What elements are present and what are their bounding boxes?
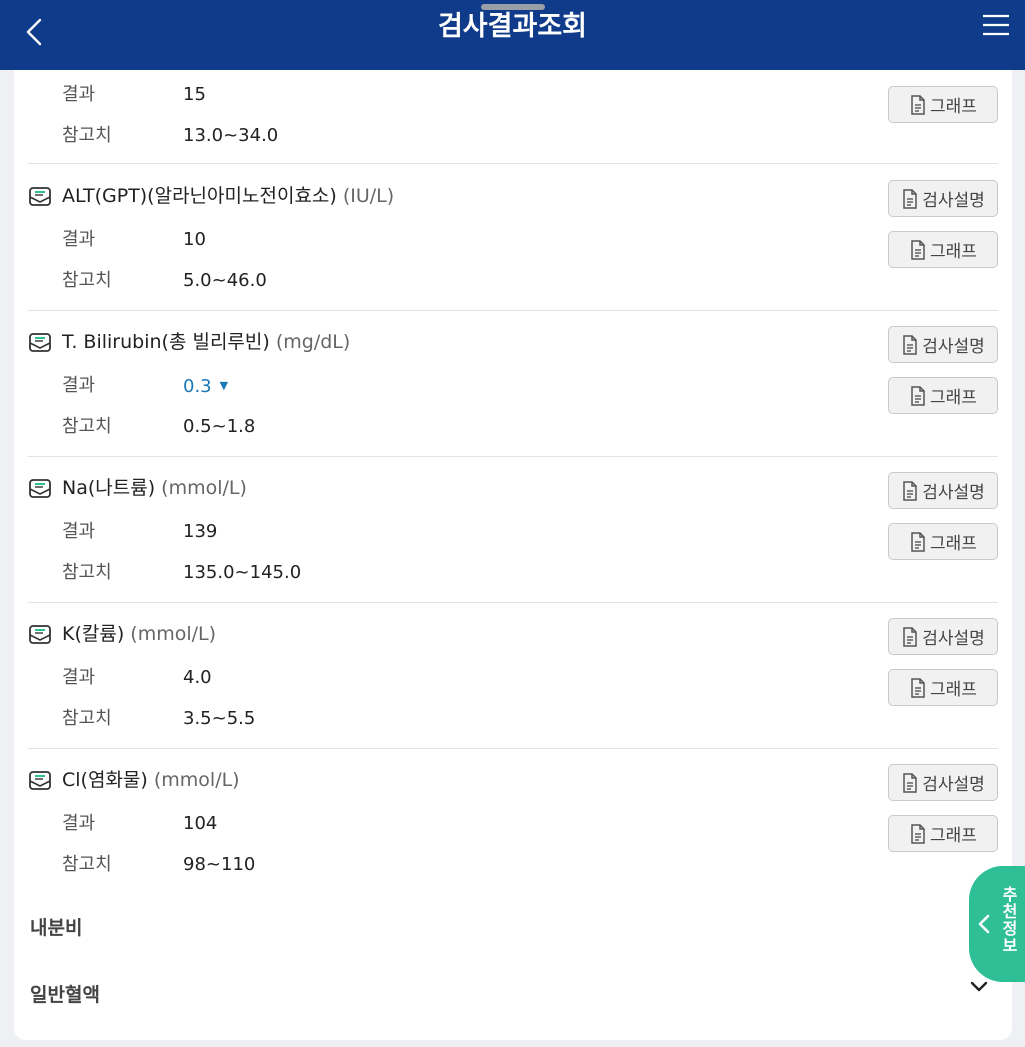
explain-button[interactable]: 검사설명 — [888, 180, 998, 217]
graph-button-label: 그래프 — [930, 97, 977, 117]
test-name-text: K(칼륨) — [62, 623, 125, 645]
test-name: K(칼륨) (mmol/L) — [62, 621, 216, 647]
graph-button[interactable]: 그래프 — [888, 377, 998, 414]
test-unit: (IU/L) — [342, 185, 395, 207]
document-icon — [903, 772, 917, 793]
graph-button[interactable]: 그래프 — [888, 86, 998, 123]
chevron-left-icon — [978, 914, 990, 934]
explain-button-label: 검사설명 — [922, 483, 985, 503]
result-value: 139 — [183, 521, 218, 542]
document-icon — [903, 626, 917, 647]
explain-button[interactable]: 검사설명 — [888, 764, 998, 801]
section-endocrine[interactable]: 내분비 — [30, 913, 82, 940]
graph-button-label: 그래프 — [930, 242, 977, 262]
result-label: 결과 — [62, 667, 96, 688]
explain-button[interactable]: 검사설명 — [888, 472, 998, 509]
document-icon — [911, 385, 925, 406]
document-icon — [903, 480, 917, 501]
result-label: 결과 — [62, 521, 96, 542]
document-icon — [903, 188, 917, 209]
graph-button-label: 그래프 — [930, 388, 977, 408]
document-icon — [911, 531, 925, 552]
explain-button[interactable]: 검사설명 — [888, 618, 998, 655]
reference-label: 참고치 — [62, 562, 112, 583]
test-unit: (mmol/L) — [161, 477, 247, 499]
test-item: ALT(GPT)(알라닌아미노전이효소) (IU/L) 결과 10 참고치 5.… — [28, 165, 998, 311]
reference-value: 3.5~5.5 — [183, 708, 256, 729]
test-unit: (mg/dL) — [275, 331, 351, 353]
reference-label: 참고치 — [62, 270, 112, 291]
test-item-partial: 결과 15 참고치 13.0~34.0 그래프 — [28, 70, 998, 164]
section-blood[interactable]: 일반혈액 — [30, 980, 100, 1007]
results-card: 결과 15 참고치 13.0~34.0 그래프 ALT(GPT)(알라닌아미노전… — [14, 70, 1012, 1040]
document-icon — [903, 334, 917, 355]
result-label: 결과 — [62, 813, 96, 834]
result-value: 15 — [183, 84, 206, 105]
reference-value: 5.0~46.0 — [183, 270, 267, 291]
document-icon — [911, 823, 925, 844]
graph-button[interactable]: 그래프 — [888, 669, 998, 706]
test-name: Cl(염화물) (mmol/L) — [62, 767, 240, 793]
graph-button-label: 그래프 — [930, 826, 977, 846]
result-value-text: 0.3 — [183, 376, 212, 397]
result-value: 104 — [183, 813, 218, 834]
test-name-text: Cl(염화물) — [62, 769, 148, 791]
reference-label: 참고치 — [62, 854, 112, 875]
explain-button-label: 검사설명 — [922, 337, 985, 357]
reference-value: 135.0~145.0 — [183, 562, 302, 583]
reference-label: 참고치 — [62, 125, 112, 146]
down-arrow-icon: ▼ — [219, 379, 229, 392]
graph-button-label: 그래프 — [930, 534, 977, 554]
explain-button-label: 검사설명 — [922, 629, 985, 649]
test-unit: (mmol/L) — [153, 769, 240, 791]
test-item: Cl(염화물) (mmol/L) 결과 104 참고치 98~110 검사설명 … — [28, 749, 998, 895]
graph-button-label: 그래프 — [930, 680, 977, 700]
document-icon — [911, 94, 925, 115]
hamburger-menu-icon — [983, 14, 1009, 36]
explain-button-label: 검사설명 — [922, 191, 985, 211]
result-value: 4.0 — [183, 667, 212, 688]
reference-value: 98~110 — [183, 854, 256, 875]
test-unit: (mmol/L) — [130, 623, 217, 645]
menu-button[interactable] — [981, 12, 1011, 38]
reference-value: 13.0~34.0 — [183, 125, 279, 146]
app-header: 검사결과조회 — [0, 0, 1025, 70]
test-item: K(칼륨) (mmol/L) 결과 4.0 참고치 3.5~5.5 검사설명 그… — [28, 603, 998, 749]
result-sheet-icon — [29, 187, 51, 206]
result-label: 결과 — [62, 229, 96, 250]
result-sheet-icon — [29, 625, 51, 644]
test-name: Na(나트륨) (mmol/L) — [62, 475, 247, 501]
result-sheet-icon — [29, 479, 51, 498]
result-label: 결과 — [62, 375, 96, 396]
reference-value: 0.5~1.8 — [183, 416, 256, 437]
test-name: T. Bilirubin(총 빌리루빈) (mg/dL) — [62, 329, 350, 355]
result-value: 10 — [183, 229, 206, 250]
result-sheet-icon — [29, 771, 51, 790]
test-name-text: ALT(GPT)(알라닌아미노전이효소) — [62, 185, 337, 207]
graph-button[interactable]: 그래프 — [888, 231, 998, 268]
result-value-low[interactable]: 0.3 ▼ — [183, 374, 228, 399]
test-name: ALT(GPT)(알라닌아미노전이효소) (IU/L) — [62, 183, 394, 209]
explain-button-label: 검사설명 — [922, 775, 985, 795]
document-icon — [911, 239, 925, 260]
reference-label: 참고치 — [62, 708, 112, 729]
graph-button[interactable]: 그래프 — [888, 523, 998, 560]
test-name-text: Na(나트륨) — [62, 477, 156, 499]
recommend-info-tab[interactable]: 추천정보 — [969, 866, 1025, 982]
explain-button[interactable]: 검사설명 — [888, 326, 998, 363]
chevron-down-icon[interactable] — [969, 980, 989, 994]
test-name-text: T. Bilirubin(총 빌리루빈) — [62, 331, 270, 353]
page-title: 검사결과조회 — [437, 11, 588, 42]
result-label: 결과 — [62, 84, 96, 105]
graph-button[interactable]: 그래프 — [888, 815, 998, 852]
test-item: T. Bilirubin(총 빌리루빈) (mg/dL) 결과 0.3 ▼ 참고치… — [28, 311, 998, 457]
document-icon — [911, 677, 925, 698]
result-sheet-icon — [29, 333, 51, 352]
recommend-info-label: 추천정보 — [999, 886, 1018, 954]
test-item: Na(나트륨) (mmol/L) 결과 139 참고치 135.0~145.0 … — [28, 457, 998, 603]
reference-label: 참고치 — [62, 416, 112, 437]
